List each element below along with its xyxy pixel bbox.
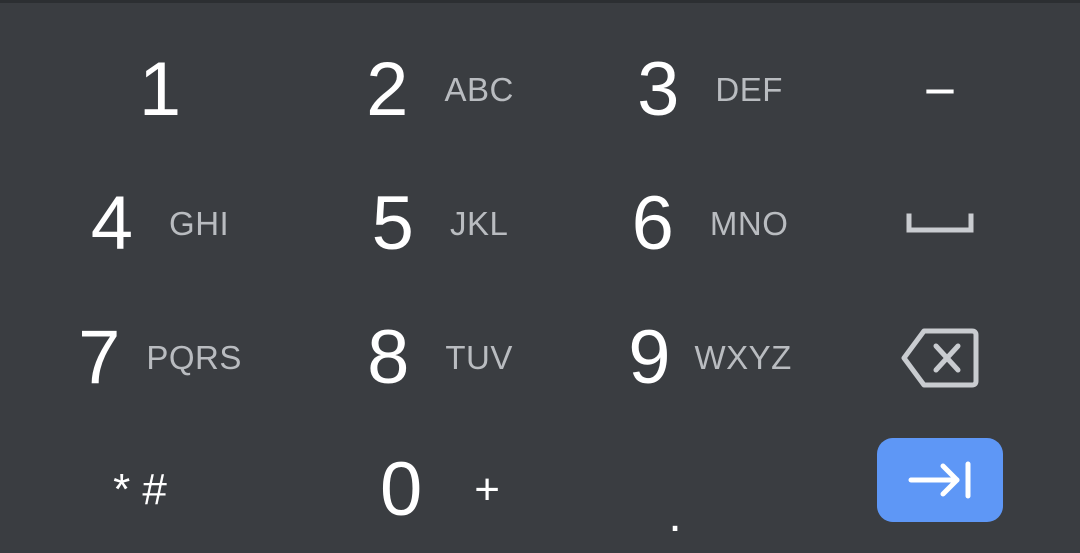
- key-space[interactable]: [870, 157, 1010, 291]
- key-letters: JKL: [449, 205, 509, 242]
- period-label: .: [668, 488, 682, 542]
- tab-next-icon: [908, 461, 971, 499]
- key-digit: 3: [637, 47, 680, 132]
- symbols-label: * #: [113, 465, 167, 514]
- key-digit: 4: [90, 181, 134, 266]
- key-9[interactable]: 9 WXYZ: [590, 291, 830, 425]
- key-digit: 8: [367, 315, 410, 400]
- key-letters: WXYZ: [694, 339, 792, 376]
- key-3[interactable]: 3 DEF: [590, 23, 830, 157]
- key-backspace[interactable]: [870, 291, 1010, 425]
- key-8[interactable]: 8 TUV: [320, 291, 560, 425]
- key-digit: 0: [380, 447, 423, 532]
- key-5[interactable]: 5 JKL: [320, 157, 560, 291]
- numeric-keypad: 1 2 ABC 3 DEF − 4 GHI 5 JKL 6 MNO 7 PQRS…: [0, 0, 1080, 553]
- minus-label: −: [923, 58, 957, 122]
- key-digit: 2: [366, 47, 409, 132]
- key-period[interactable]: .: [600, 423, 750, 553]
- key-2[interactable]: 2 ABC: [320, 23, 560, 157]
- key-digit: 1: [138, 47, 182, 132]
- key-minus[interactable]: −: [870, 23, 1010, 157]
- key-letters: TUV: [445, 339, 513, 376]
- key-letters: MNO: [709, 205, 789, 242]
- key-6[interactable]: 6 MNO: [590, 157, 830, 291]
- key-letters: PQRS: [146, 339, 242, 376]
- key-letters: DEF: [715, 71, 783, 108]
- key-digit: 6: [631, 181, 674, 266]
- enter-next-button[interactable]: [877, 438, 1003, 522]
- key-letters: ABC: [444, 71, 514, 108]
- key-letters: GHI: [169, 205, 230, 242]
- key-symbols[interactable]: * #: [40, 423, 220, 553]
- key-1[interactable]: 1: [40, 23, 280, 157]
- backspace-icon: [901, 328, 979, 388]
- key-digit: 7: [78, 315, 121, 400]
- key-0[interactable]: 0 +: [320, 423, 560, 553]
- key-7[interactable]: 7 PQRS: [40, 291, 280, 425]
- key-4[interactable]: 4 GHI: [40, 157, 280, 291]
- space-bar-icon: [906, 213, 974, 233]
- key-digit: 9: [628, 315, 671, 400]
- key-digit: 5: [371, 181, 414, 266]
- plus-label: +: [474, 465, 500, 514]
